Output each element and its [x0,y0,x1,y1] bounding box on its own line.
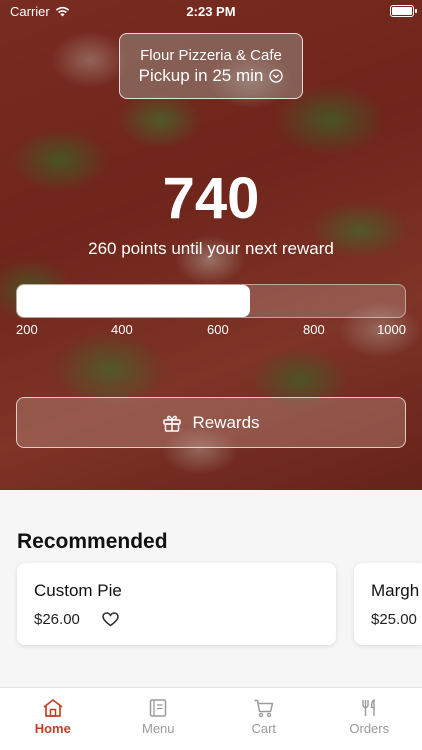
product-name: Margh [371,581,420,600]
progress-tick: 1000 [377,322,406,337]
product-card[interactable]: Custom Pie $26.00 [17,563,336,645]
product-name: Custom Pie [34,581,122,600]
battery-icon [390,5,417,17]
home-icon [43,699,63,717]
tab-menu[interactable]: Menu [106,688,212,750]
tab-label: Menu [141,721,175,736]
points-total: 740 [162,166,260,231]
progress-tick: 800 [303,322,325,337]
tab-cart[interactable]: Cart [211,688,317,750]
progress-ticks: 200 400 600 800 1000 [16,322,406,338]
tab-home[interactable]: Home [0,688,106,750]
status-bar: Carrier 2:23 PM [0,0,422,22]
tab-label: Orders [349,721,390,736]
recommended-title: Recommended [17,530,168,553]
tab-label: Cart [251,721,277,736]
points-subtitle: 260 points until your next reward [88,239,334,258]
tab-label: Home [34,721,71,736]
menu-icon [150,699,167,717]
status-time: 2:23 PM [186,4,236,19]
store-name: Flour Pizzeria & Cafe [140,47,282,64]
chevron-down-circle-icon [269,69,284,83]
heart-icon[interactable] [102,612,119,627]
tab-orders[interactable]: Orders [317,688,422,750]
product-price: $26.00 [34,611,80,628]
progress-tick: 600 [207,322,229,337]
store-selector[interactable]: Flour Pizzeria & Cafe Pickup in 25 min [119,33,303,99]
rewards-button-label: Rewards [192,412,260,432]
product-card[interactable]: Margh $25.00 [354,563,422,645]
points-progress-fill [17,285,250,317]
progress-tick: 400 [111,322,133,337]
points-progress-bar [16,284,406,318]
tab-bar: Home Menu Cart Orders [0,687,422,750]
cart-icon [254,699,273,718]
hero-background: Carrier 2:23 PM Flour Pizzeria & Cafe Pi… [0,0,422,490]
gift-icon [163,415,182,432]
product-price: $25.00 [371,611,417,628]
pickup-time: Pickup in 25 min [138,66,264,85]
rewards-button[interactable]: Rewards [16,397,406,448]
orders-icon [362,698,375,716]
progress-tick: 200 [16,322,38,337]
